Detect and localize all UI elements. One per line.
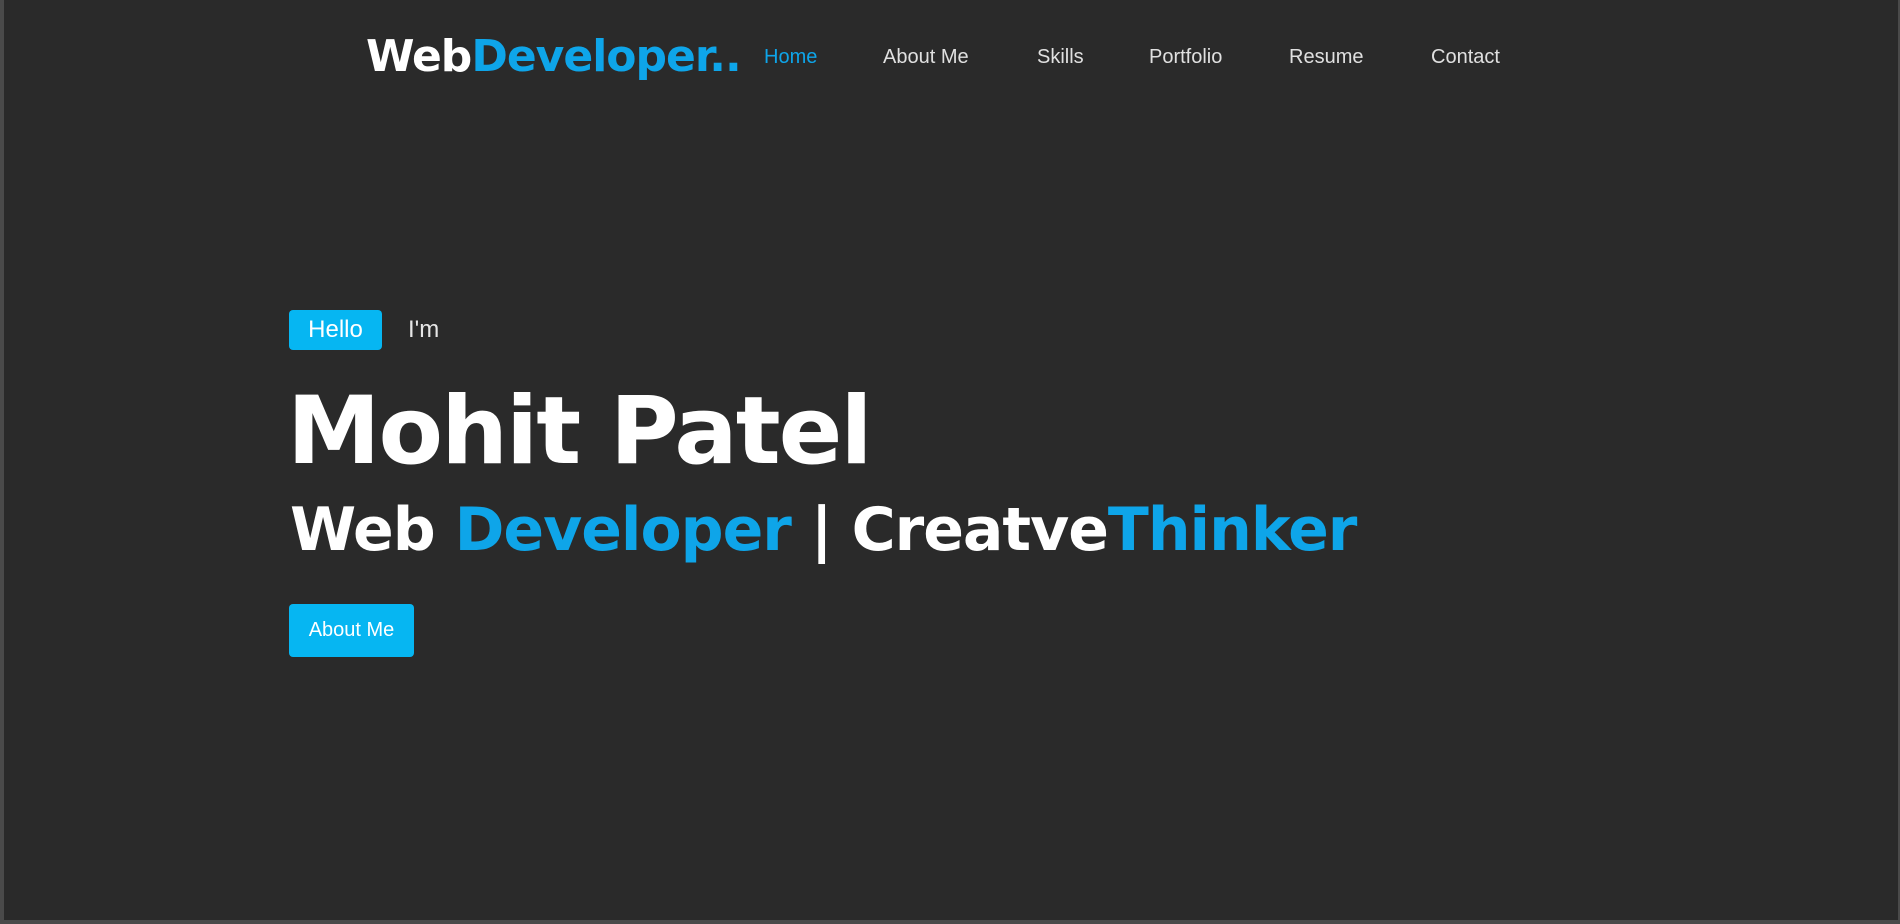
nav-resume[interactable]: Resume (1289, 45, 1363, 69)
nav-contact[interactable]: Contact (1431, 45, 1500, 69)
hello-badge: Hello (289, 310, 382, 350)
nav-about-me[interactable]: About Me (883, 45, 969, 69)
nav-skills[interactable]: Skills (1037, 45, 1084, 69)
brand-logo[interactable]: WebDeveloper.. (366, 27, 742, 87)
tagline-creatve: | Creatve (790, 495, 1109, 565)
hero-name: Mohit Patel (287, 377, 873, 486)
tagline-web: Web (290, 495, 455, 565)
hero-tagline: Web Developer | CreatveThinker (290, 492, 1357, 568)
about-me-button[interactable]: About Me (289, 604, 414, 657)
tagline-thinker: Thinker (1107, 495, 1357, 565)
brand-logo-part-web: Web (366, 31, 472, 82)
tagline-developer: Developer (454, 495, 792, 565)
page-frame: WebDeveloper.. Home About Me Skills Port… (4, 0, 1898, 920)
intro-text: I'm (408, 316, 440, 343)
brand-logo-part-developer: Developer.. (471, 31, 741, 82)
nav-home[interactable]: Home (764, 45, 817, 69)
nav-portfolio[interactable]: Portfolio (1149, 45, 1222, 69)
